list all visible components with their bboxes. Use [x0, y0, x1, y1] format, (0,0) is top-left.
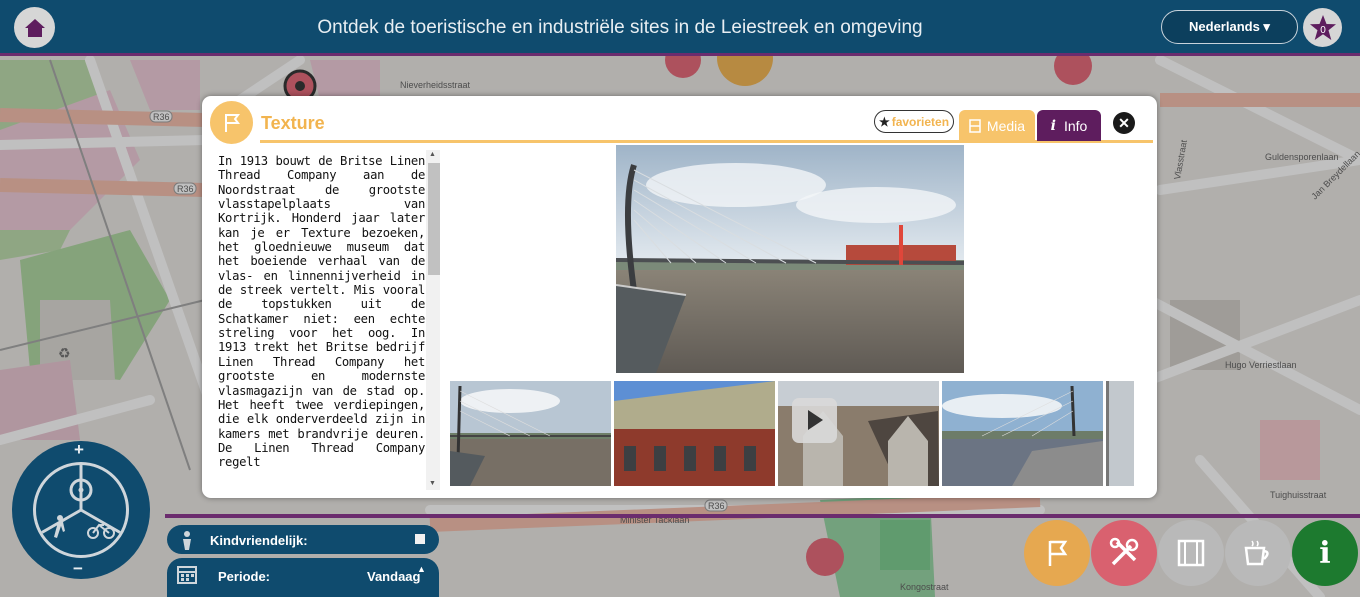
page-title: Ontdek de toeristische en industriële si…: [317, 17, 923, 38]
star-icon: 0: [1309, 14, 1336, 40]
tab-info[interactable]: i Info: [1037, 110, 1101, 141]
period-label: Periode:: [218, 569, 271, 584]
description-scrollbar[interactable]: ▲ ▼: [426, 150, 440, 490]
description-panel[interactable]: In 1913 bouwt de Britse Linen Thread Com…: [218, 154, 425, 488]
close-button[interactable]: ✕: [1113, 112, 1135, 134]
tab-info-label: Info: [1063, 117, 1088, 134]
chevron-up-icon[interactable]: ▲: [417, 564, 426, 574]
child-friendly-filter[interactable]: Kindvriendelijk:: [167, 525, 439, 554]
favorites-button[interactable]: 0: [1303, 8, 1342, 47]
media-thumbnails[interactable]: [448, 378, 1134, 486]
dialog-title: Texture: [261, 113, 325, 133]
site-detail-dialog: Texture ★ favorieten Media i Info ✕ In 1…: [202, 96, 1157, 498]
top-bar: Ontdek de toeristische en industriële si…: [0, 0, 1360, 56]
flag-icon: [210, 101, 253, 144]
description-text: In 1913 bouwt de Britse Linen Thread Com…: [218, 154, 425, 470]
info-button[interactable]: i: [1292, 520, 1358, 586]
favorites-count: 0: [1320, 25, 1326, 36]
sites-filter-button[interactable]: [1024, 520, 1090, 586]
coffee-cup-icon: [1244, 540, 1269, 566]
star-icon: ★: [878, 114, 890, 129]
scrollbar-thumb[interactable]: [428, 163, 440, 275]
child-friendly-checkbox[interactable]: [415, 534, 425, 544]
thumbnail-5[interactable]: [1106, 381, 1134, 486]
tools-icon: [1109, 537, 1139, 566]
thumbnail-4[interactable]: [942, 381, 1103, 486]
thumbnail-1[interactable]: [450, 381, 611, 486]
child-friendly-label: Kindvriendelijk:: [210, 533, 308, 548]
zoom-in-button[interactable]: +: [74, 440, 84, 460]
tab-media[interactable]: Media: [959, 110, 1035, 142]
cafe-filter-button[interactable]: [1225, 520, 1291, 586]
period-value[interactable]: Vandaag: [367, 569, 420, 584]
info-icon: i: [1050, 117, 1056, 134]
travel-mode-dial[interactable]: + −: [12, 440, 150, 579]
film-strip-icon: [969, 119, 981, 133]
industry-filter-button[interactable]: [1091, 520, 1157, 586]
add-to-favorites-button[interactable]: ★ favorieten: [874, 110, 954, 133]
main-photo[interactable]: [616, 145, 964, 373]
info-icon: i: [1319, 535, 1331, 571]
tab-media-label: Media: [986, 118, 1026, 134]
child-icon: [183, 531, 191, 550]
language-select[interactable]: Nederlands ▾: [1161, 10, 1298, 44]
zoom-out-button[interactable]: −: [73, 559, 83, 579]
favorites-label: favorieten: [891, 114, 950, 129]
thumbnail-2[interactable]: [614, 381, 775, 486]
scroll-up-icon[interactable]: ▲: [429, 151, 436, 158]
flag-icon: [1048, 540, 1068, 566]
calendar-icon: [177, 566, 197, 584]
dial-inner: [33, 462, 129, 558]
close-icon: ✕: [1118, 114, 1130, 131]
scroll-down-icon[interactable]: ▼: [429, 480, 436, 487]
film-icon: [1177, 539, 1205, 567]
period-filter[interactable]: Periode: Vandaag ▲: [167, 558, 439, 597]
thumbnail-3-video[interactable]: [778, 381, 939, 486]
media-filter-button[interactable]: [1158, 520, 1224, 586]
bottom-divider: [165, 514, 1360, 518]
